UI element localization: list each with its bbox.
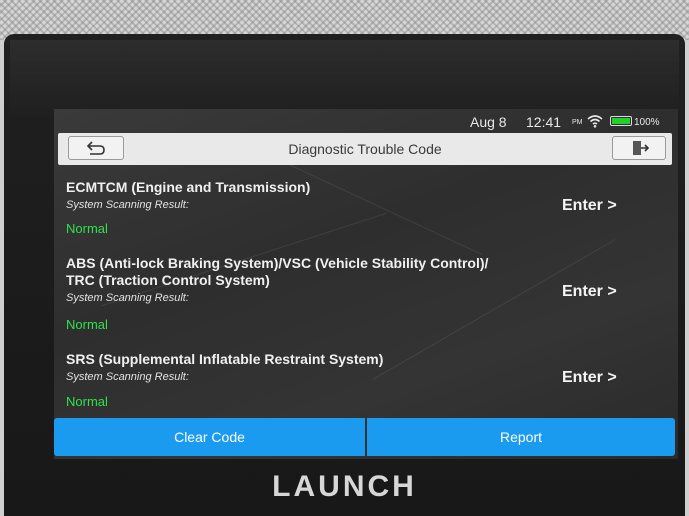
wifi-icon xyxy=(587,115,603,128)
status-ampm: PM xyxy=(572,119,583,126)
page-title: Diagnostic Trouble Code xyxy=(288,141,442,157)
report-button[interactable]: Report xyxy=(367,418,675,456)
exit-button[interactable] xyxy=(612,136,666,160)
battery-fill xyxy=(612,118,630,124)
scan-result-status: Normal xyxy=(66,317,108,332)
battery-icon xyxy=(610,116,632,126)
scan-result-label: System Scanning Result: xyxy=(66,199,189,211)
launch-logo: LAUNCH xyxy=(272,470,417,503)
battery-level: 100% xyxy=(634,117,660,128)
bezel-glare xyxy=(10,40,679,120)
title-bar: Diagnostic Trouble Code xyxy=(58,133,672,165)
status-time: 12:41 xyxy=(526,114,562,130)
enter-button[interactable]: Enter > xyxy=(562,369,617,387)
clear-code-button[interactable]: Clear Code xyxy=(54,418,365,456)
system-name: ABS (Anti-lock Braking System)/VSC (Vehi… xyxy=(66,255,489,271)
enter-button[interactable]: Enter > xyxy=(562,197,617,215)
device-screen: Aug 8 12:41 PM 100% Diagnostic Trouble C… xyxy=(54,109,678,459)
system-name: SRS (Supplemental Inflatable Restraint S… xyxy=(66,351,384,367)
scan-result-status: Normal xyxy=(66,394,108,409)
scan-result-label: System Scanning Result: xyxy=(66,292,189,304)
system-name-line-2: TRC (Traction Control System) xyxy=(66,272,270,288)
photo-scene: Aug 8 12:41 PM 100% Diagnostic Trouble C… xyxy=(0,0,689,516)
status-bar: Aug 8 12:41 PM 100% xyxy=(54,109,678,133)
enter-button[interactable]: Enter > xyxy=(562,283,617,301)
system-name: ECMTCM (Engine and Transmission) xyxy=(66,179,311,195)
status-date: Aug 8 xyxy=(470,114,507,130)
action-bar: Clear Code Report xyxy=(54,418,675,456)
scan-result-label: System Scanning Result: xyxy=(66,371,189,383)
scan-result-status: Normal xyxy=(66,221,108,236)
exit-icon xyxy=(633,141,650,155)
